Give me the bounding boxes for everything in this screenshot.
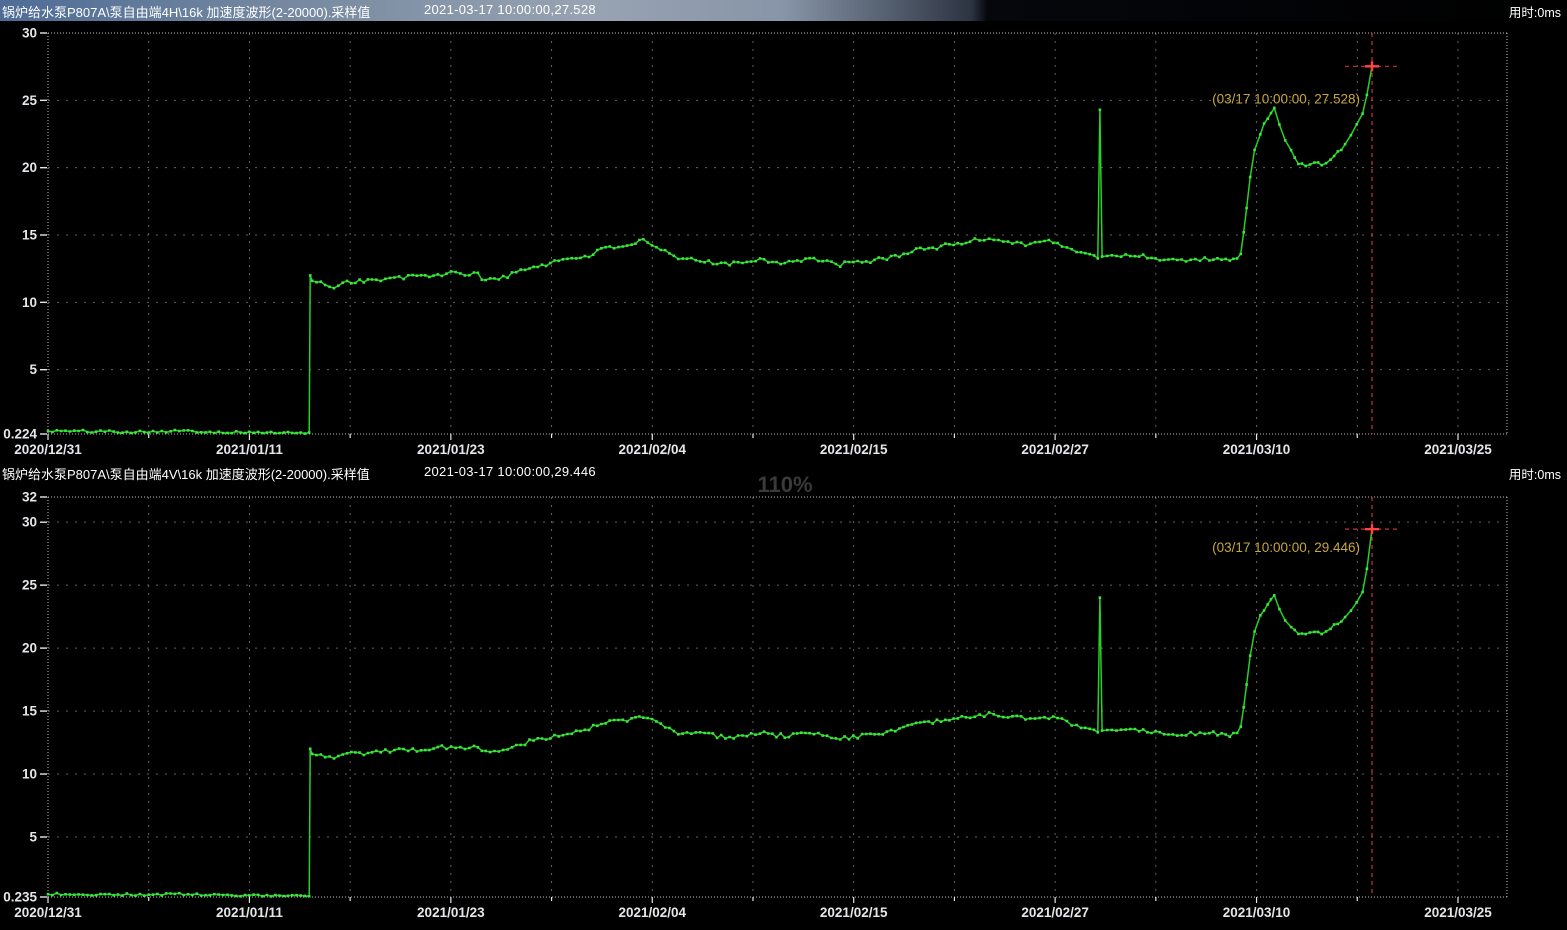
svg-text:2020/12/31: 2020/12/31 (14, 442, 82, 457)
trend-charts-canvas[interactable]: 0.224 5 10 15 20 25 30 2020/12/31 2021/01/11 2021… (0, 0, 1567, 930)
svg-text:15: 15 (22, 704, 38, 719)
trend-viewer-window: 锅炉给水泵P807A\泵自由端4H\16k 加速度波形(2-20000).采样值… (0, 0, 1567, 930)
chart1-cursor[interactable]: (03/17 10:00:00, 27.528) (1212, 33, 1399, 434)
svg-text:2021/01/23: 2021/01/23 (417, 905, 485, 920)
svg-text:2021/02/15: 2021/02/15 (820, 905, 888, 920)
svg-text:2021/02/15: 2021/02/15 (820, 442, 888, 457)
svg-text:2021/01/11: 2021/01/11 (216, 905, 283, 920)
chart1-axis-labels: 0.224 5 10 15 20 25 30 2020/12/31 2021/01/11 2021… (3, 26, 1492, 458)
svg-text:5: 5 (29, 829, 37, 844)
chart2[interactable]: 0.235 5 10 15 20 25 30 32 2020/12/31 2021/01/11 20… (3, 490, 1507, 921)
svg-text:2021/03/25: 2021/03/25 (1424, 442, 1492, 457)
chart2-series (47, 528, 1374, 898)
zoom-level-overlay: 110% (733, 472, 837, 498)
svg-text:10: 10 (22, 767, 37, 782)
svg-text:32: 32 (22, 490, 37, 505)
chart1[interactable]: 0.224 5 10 15 20 25 30 2020/12/31 2021/01/11 2021… (3, 26, 1507, 458)
svg-text:2021/02/27: 2021/02/27 (1021, 442, 1089, 457)
svg-text:15: 15 (22, 228, 38, 243)
chart1-cursor-annotation: (03/17 10:00:00, 27.528) (1212, 91, 1360, 106)
svg-text:30: 30 (22, 26, 37, 41)
svg-text:20: 20 (22, 641, 37, 656)
chart2-cursor-annotation: (03/17 10:00:00, 29.446) (1212, 540, 1360, 555)
chart1-series (47, 65, 1374, 435)
svg-text:30: 30 (22, 515, 37, 530)
svg-text:2021/03/10: 2021/03/10 (1223, 905, 1291, 920)
svg-text:25: 25 (22, 578, 38, 593)
svg-text:2021/01/23: 2021/01/23 (417, 442, 485, 457)
svg-text:2021/02/27: 2021/02/27 (1021, 905, 1089, 920)
svg-text:0.235: 0.235 (3, 890, 37, 905)
svg-text:25: 25 (22, 93, 38, 108)
svg-text:5: 5 (29, 362, 37, 377)
svg-text:2021/02/04: 2021/02/04 (618, 905, 686, 920)
svg-text:10: 10 (22, 295, 37, 310)
svg-text:0.224: 0.224 (3, 427, 37, 442)
chart2-grid (48, 497, 1507, 897)
svg-text:20: 20 (22, 160, 37, 175)
svg-text:2021/01/11: 2021/01/11 (216, 442, 283, 457)
svg-text:2021/03/10: 2021/03/10 (1223, 442, 1291, 457)
svg-text:2021/02/04: 2021/02/04 (618, 442, 686, 457)
svg-text:2021/03/25: 2021/03/25 (1424, 905, 1492, 920)
svg-text:2020/12/31: 2020/12/31 (14, 905, 82, 920)
